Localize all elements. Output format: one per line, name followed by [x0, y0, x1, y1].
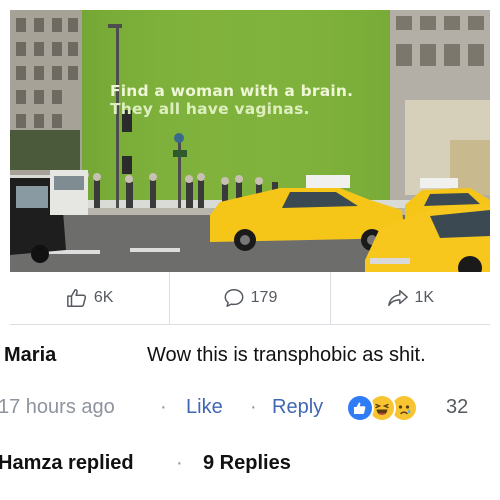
separator-dot: · — [250, 396, 257, 418]
like-button[interactable]: 6K — [10, 272, 171, 324]
separator-dot: · — [176, 452, 183, 474]
post-action-bar: 6K 179 1K — [10, 272, 490, 325]
comment-author[interactable]: Maria — [4, 344, 56, 367]
like-count: 6K — [93, 289, 114, 306]
comment-reactions[interactable] — [346, 394, 442, 424]
comment-replies[interactable]: Hamza replied · 9 Replies — [0, 452, 500, 480]
speech-bubble-icon — [223, 287, 245, 309]
replier-name[interactable]: Hamza replied — [0, 452, 134, 475]
post-image[interactable]: Find a woman with a brain. They all have… — [10, 10, 490, 272]
comment-like-link[interactable]: Like — [186, 396, 223, 419]
comment-timestamp[interactable]: 17 hours ago — [0, 396, 115, 419]
comment-meta: 17 hours ago · Like · Reply 32 — [0, 392, 500, 426]
separator-dot: · — [160, 396, 167, 418]
thumbs-up-icon — [66, 287, 88, 309]
reaction-count[interactable]: 32 — [446, 396, 468, 419]
comment-text: Wow this is transphobic as shit. — [147, 344, 426, 366]
like-icon — [346, 394, 374, 422]
comment-reply-link[interactable]: Reply — [272, 396, 323, 419]
share-button[interactable]: 1K — [331, 272, 490, 324]
billboard-line-2: They all have vaginas. — [110, 100, 310, 118]
share-arrow-icon — [387, 287, 409, 309]
billboard-line-1: Find a woman with a brain. — [110, 82, 354, 100]
view-replies-link[interactable]: 9 Replies — [203, 452, 291, 475]
comment: Maria Wow this is transphobic as shit. — [0, 344, 500, 372]
comment-button[interactable]: 179 — [170, 272, 331, 324]
street-scene-illustration — [10, 10, 490, 272]
share-count: 1K — [414, 289, 435, 306]
comment-count: 179 — [250, 289, 278, 306]
